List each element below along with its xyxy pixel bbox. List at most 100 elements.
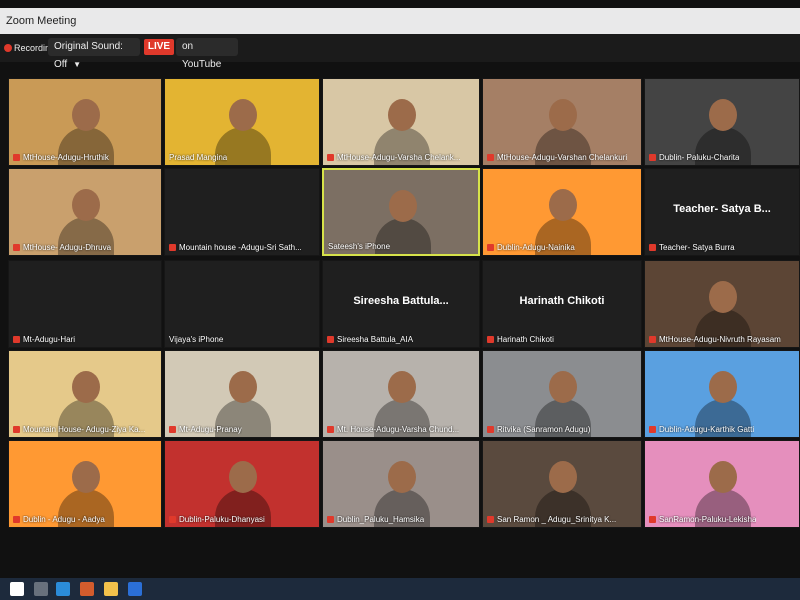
participant-tile[interactable]: Prasad Mangina [164,78,320,166]
participant-name-label: Harinath Chikoti [497,335,554,344]
participant-face [549,99,577,131]
participant-face [229,461,257,493]
participant-name-label: MtHouse- Adugu-Dhruva [23,243,112,252]
participant-face [709,99,737,131]
participant-name-label: Mt-Adugu-Hari [23,335,76,344]
participant-face [389,190,417,222]
edge-icon[interactable] [56,582,70,596]
participant-tile[interactable]: Vijaya's iPhone [164,260,320,348]
participant-name-label: Mt. House-Adugu-Varsha Chund... [337,425,460,434]
participant-tile[interactable]: Dublin-Paluku-Dhanyasi [164,440,320,528]
participant-name: San Ramon _ Adugu_Srinitya K... [487,515,616,524]
participant-tile[interactable]: MtHouse-Adugu-Nivruth Rayasam [644,260,800,348]
participant-name-label: Vijaya's iPhone [169,335,224,344]
participant-face [709,281,737,313]
live-badge: LIVE [144,39,174,55]
task-view-icon[interactable] [34,582,48,596]
participant-name-label: Dublin - Adugu - Aadya [23,515,105,524]
mic-muted-icon [649,154,656,161]
participant-name-label: MtHouse-Adugu-Varshan Chelankuri [497,153,628,162]
participant-name: Mt-Adugu-Hari [13,335,75,344]
mic-muted-icon [487,336,494,343]
taskbar [0,578,800,600]
participant-name: Sateesh's iPhone [328,242,390,251]
participant-tile[interactable]: SanRamon-Paluku-Lekisha [644,440,800,528]
participant-name-label: Dublin-Adugu-Nainika [497,243,575,252]
mic-muted-icon [169,426,176,433]
mic-muted-icon [13,154,20,161]
participant-tile[interactable]: Ritvika (Sanramon Adugu) [482,350,642,438]
original-sound-button[interactable]: Original Sound: Off ▼ [48,38,140,70]
participant-tile[interactable]: Sateesh's iPhone [322,168,480,256]
mic-muted-icon [13,516,20,523]
participant-face [549,461,577,493]
participant-name: MtHouse-Adugu-Nivruth Rayasam [649,335,781,344]
original-sound-label: Original Sound: Off [54,41,123,70]
participant-name: Mountain House- Adugu-Ziya Ka... [13,425,145,434]
start-icon[interactable] [10,582,24,596]
participant-tile[interactable]: Sireesha Battula... Sireesha Battula_AIA [322,260,480,348]
video-grid: MtHouse-Adugu-Hruthik Prasad Mangina MtHou… [8,78,800,536]
mic-muted-icon [649,426,656,433]
participant-display-name: Harinath Chikoti [519,295,605,308]
participant-name: Vijaya's iPhone [169,335,223,344]
participant-tile[interactable]: Harinath Chikoti Harinath Chikoti [482,260,642,348]
mic-muted-icon [13,426,20,433]
mic-muted-icon [487,516,494,523]
participant-name: MtHouse-Adugu-Hruthik [13,153,109,162]
participant-tile[interactable]: Dublin_Paluku_Hamsika [322,440,480,528]
mic-muted-icon [327,154,334,161]
participant-tile[interactable]: MtHouse-Adugu-Varsha Chelank... [322,78,480,166]
participant-name-label: Dublin-Adugu-Karthik Gatti [659,425,755,434]
participant-tile[interactable]: MtHouse-Adugu-Varshan Chelankuri [482,78,642,166]
participant-name: MtHouse- Adugu-Dhruva [13,243,111,252]
screen: Zoom Meeting Recording Original Sound: O… [0,0,800,600]
participant-tile[interactable]: Mt. House-Adugu-Varsha Chund... [322,350,480,438]
participant-face [229,371,257,403]
participant-name-label: Dublin-Paluku-Dhanyasi [179,515,265,524]
mic-muted-icon [649,336,656,343]
participant-tile[interactable]: MtHouse-Adugu-Hruthik [8,78,162,166]
mic-muted-icon [487,426,494,433]
participant-face [229,99,257,131]
youtube-stream-button[interactable]: on YouTube▼ [176,38,238,87]
participant-name: Prasad Mangina [169,153,227,162]
participant-name-label: SanRamon-Paluku-Lekisha [659,515,757,524]
participant-tile[interactable]: Mt-Adugu-Pranay [164,350,320,438]
participant-display-name: Teacher- Satya B... [673,203,771,216]
mic-muted-icon [13,244,20,251]
participant-tile[interactable]: San Ramon _ Adugu_Srinitya K... [482,440,642,528]
participant-name: Dublin- Paluku-Charita [649,153,739,162]
participant-face [72,461,100,493]
participant-tile[interactable]: Mountain House- Adugu-Ziya Ka... [8,350,162,438]
youtube-label: on YouTube [182,41,222,70]
mic-muted-icon [487,154,494,161]
participant-tile[interactable]: Dublin-Adugu-Karthik Gatti [644,350,800,438]
participant-name-label: Sateesh's iPhone [328,242,391,251]
participant-name-label: Dublin- Paluku-Charita [659,153,740,162]
participant-name-label: Mountain house -Adugu-Sri Sath... [179,243,302,252]
window-titlebar: Zoom Meeting [0,8,800,34]
participant-face [549,371,577,403]
store-icon[interactable] [128,582,142,596]
mic-muted-icon [649,516,656,523]
participant-name: Harinath Chikoti [487,335,554,344]
office-icon[interactable] [80,582,94,596]
participant-tile[interactable]: Mt-Adugu-Hari [8,260,162,348]
participant-tile[interactable]: Mountain house -Adugu-Sri Sath... [164,168,320,256]
mic-muted-icon [487,244,494,251]
participant-name: Mountain house -Adugu-Sri Sath... [169,243,302,252]
participant-face [72,371,100,403]
mic-muted-icon [327,516,334,523]
participant-tile[interactable]: Dublin - Adugu - Aadya [8,440,162,528]
participant-tile[interactable]: Dublin-Adugu-Nainika [482,168,642,256]
participant-name: Ritvika (Sanramon Adugu) [487,425,590,434]
participant-name: Dublin_Paluku_Hamsika [327,515,424,524]
participant-tile[interactable]: Teacher- Satya B... Teacher- Satya Burra [644,168,800,256]
participant-tile[interactable]: Dublin- Paluku-Charita [644,78,800,166]
mic-muted-icon [327,426,334,433]
folder-icon[interactable] [104,582,118,596]
participant-tile[interactable]: MtHouse- Adugu-Dhruva [8,168,162,256]
recording-toolbar: Recording Original Sound: Off ▼ LIVE on Y… [0,34,800,87]
participant-face [709,461,737,493]
